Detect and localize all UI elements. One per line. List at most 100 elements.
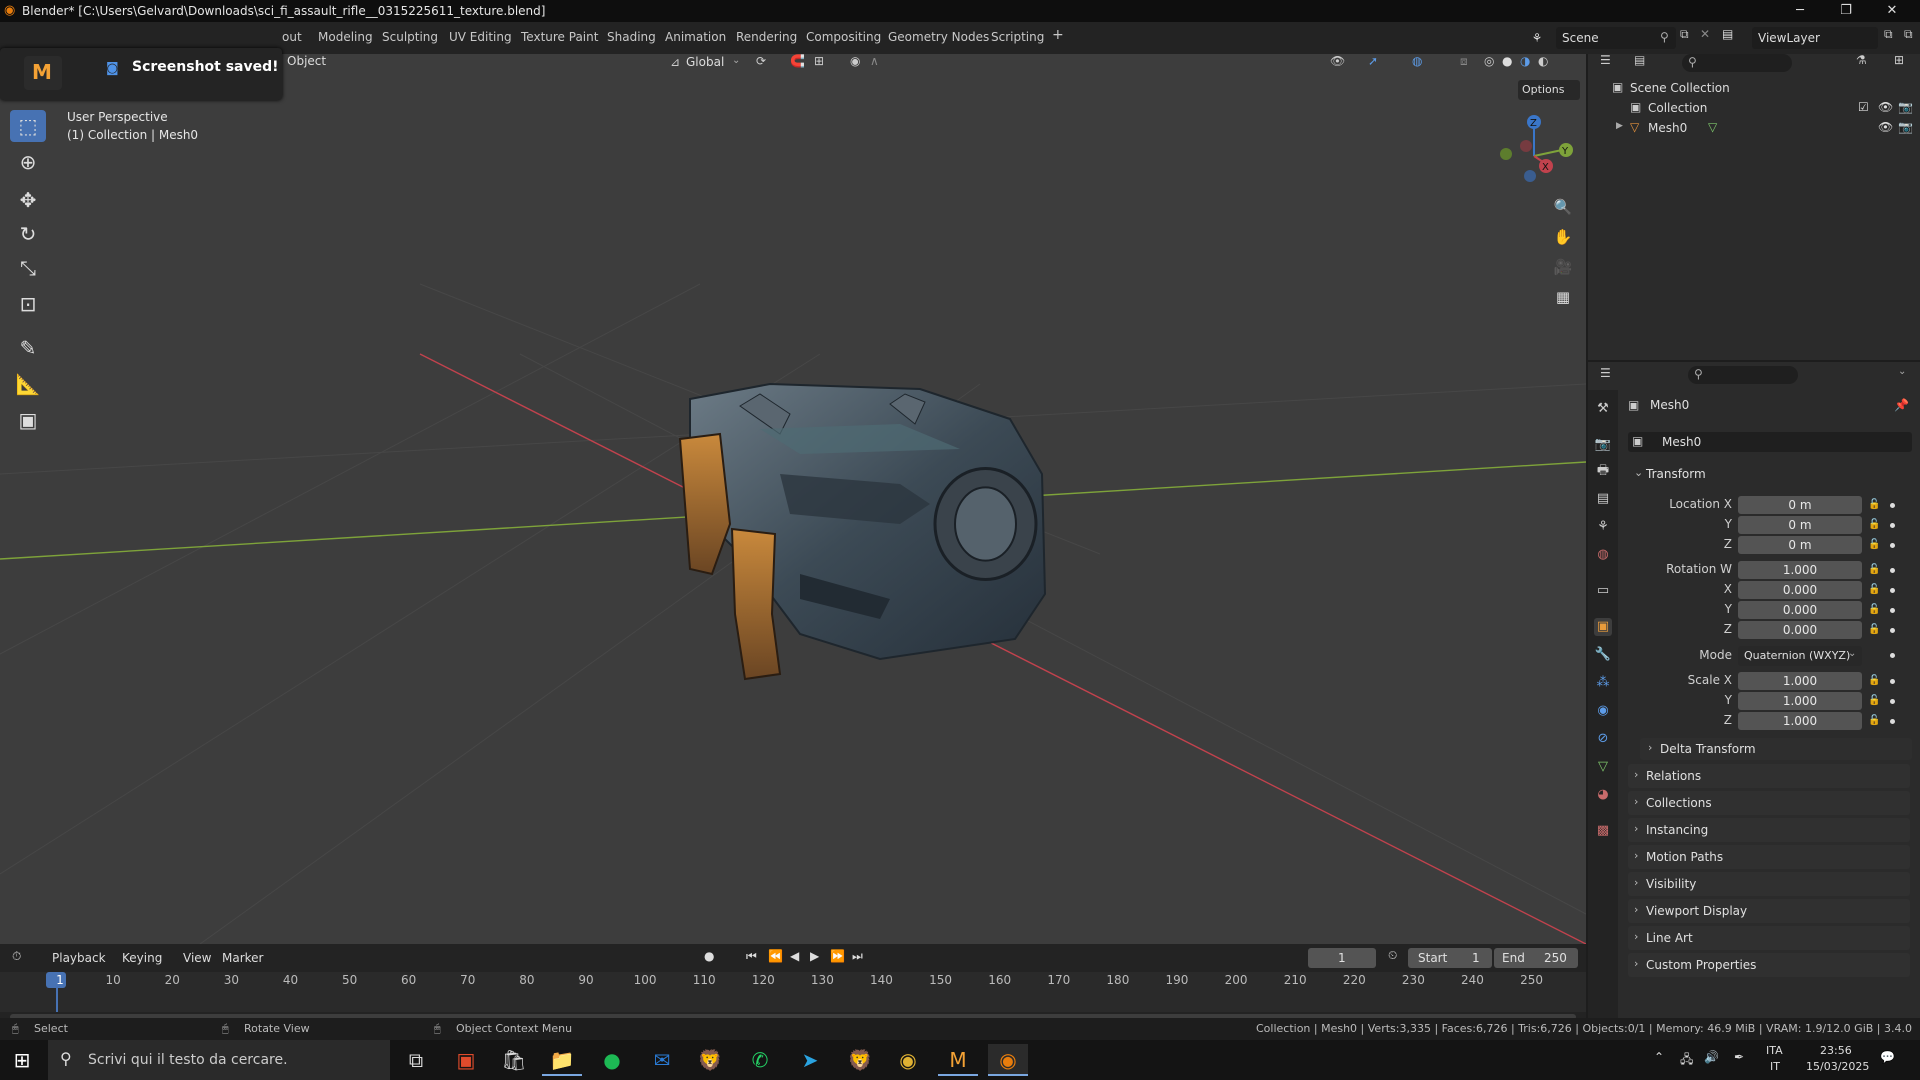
gizmo-toggle-icon[interactable]: ➚	[1368, 54, 1378, 68]
checkbox-icon[interactable]: ☑	[1858, 100, 1869, 114]
pivot-icon[interactable]: ⟳	[756, 54, 766, 68]
overlay-toggle-icon[interactable]: ◍	[1412, 54, 1422, 68]
outliner-row-collection[interactable]: ▣ Collection ☑ 👁 📷	[1588, 98, 1920, 118]
current-frame-field[interactable]: 1	[1308, 948, 1376, 968]
ortho-toggle-button[interactable]: ▦	[1550, 284, 1576, 310]
lock-icon[interactable]: 🔓	[1868, 564, 1880, 576]
new-collection-icon[interactable]: ⊞	[1894, 53, 1904, 67]
panel-line-art[interactable]: › Line Art	[1628, 926, 1910, 950]
rotation-z-field[interactable]: 0.000	[1738, 621, 1862, 639]
keyframe-dot[interactable]	[1890, 543, 1895, 548]
outliner[interactable]: ☰ ▤ ⚲ ⚗ ⊞ ▣ Scene Collection ▣ Collectio…	[1588, 53, 1920, 360]
stopwatch-icon[interactable]: ⏲	[1388, 948, 1397, 963]
play-icon[interactable]: ▶	[810, 949, 819, 963]
render-tab-icon[interactable]: 📷	[1594, 436, 1612, 454]
editor-type-icon[interactable]: ⏱	[12, 949, 21, 964]
properties-search-input[interactable]: ⚲	[1688, 366, 1798, 384]
taskbar-app-outlook[interactable]: ✉	[642, 1044, 682, 1076]
keyframe-dot[interactable]	[1890, 608, 1895, 613]
chevron-up-icon[interactable]: ⌃	[1654, 1050, 1664, 1064]
physics-tab-icon[interactable]: ◉	[1594, 702, 1612, 720]
network-icon[interactable]: 🖧	[1680, 1050, 1693, 1071]
taskbar-app-explorer[interactable]: 📁	[542, 1044, 582, 1076]
view-layer-selector[interactable]: ViewLayer	[1752, 27, 1878, 49]
material-shading-icon[interactable]: ◑	[1520, 54, 1530, 68]
camera-render-icon[interactable]: 📷	[1898, 100, 1913, 114]
collection-tab-icon[interactable]: ▭	[1594, 582, 1612, 600]
lock-icon[interactable]: 🔓	[1868, 675, 1880, 687]
options-button[interactable]: Options	[1518, 80, 1580, 100]
workspace-tab-compositing[interactable]: Compositing	[806, 30, 881, 44]
scale-x-field[interactable]: 1.000	[1738, 672, 1862, 690]
wireframe-shading-icon[interactable]: ◎	[1484, 54, 1494, 68]
pan-button[interactable]: ✋	[1550, 224, 1576, 250]
output-tab-icon[interactable]: 🖶	[1594, 462, 1612, 480]
taskbar-app-meshy[interactable]: M	[938, 1044, 978, 1076]
delete-view-layer-icon[interactable]: ⧉	[1904, 27, 1913, 42]
rotation-y-field[interactable]: 0.000	[1738, 601, 1862, 619]
modifier-tab-icon[interactable]: 🔧	[1594, 646, 1612, 664]
panel-instancing[interactable]: › Instancing	[1628, 818, 1910, 842]
lock-icon[interactable]: 🔓	[1868, 584, 1880, 596]
lock-icon[interactable]: 🔓	[1868, 604, 1880, 616]
taskbar-app-whatsapp[interactable]: ✆	[740, 1044, 780, 1076]
taskbar-app-dts[interactable]: ▣	[446, 1044, 486, 1076]
zoom-button[interactable]: 🔍	[1550, 194, 1576, 220]
scale-y-field[interactable]: 1.000	[1738, 692, 1862, 710]
keying-menu[interactable]: Keying	[122, 951, 162, 965]
workspace-tab-modeling[interactable]: Modeling	[318, 30, 373, 44]
data-tab-icon[interactable]: ▽	[1594, 758, 1612, 776]
editor-type-icon[interactable]: ☰	[1600, 366, 1611, 380]
rotation-mode-dropdown[interactable]: Quaternion (WXYZ) ⌄	[1738, 646, 1862, 666]
next-keyframe-icon[interactable]: ⏩	[830, 949, 845, 963]
prev-keyframe-icon[interactable]: ⏪	[768, 949, 783, 963]
panel-collections[interactable]: › Collections	[1628, 791, 1910, 815]
maximize-button[interactable]: ❐	[1826, 0, 1866, 22]
snap-target-icon[interactable]: ⊞	[814, 54, 824, 68]
expand-arrow-icon[interactable]: ▶	[1616, 121, 1623, 131]
tool-scale[interactable]: ⤡	[10, 252, 46, 284]
tool-add-cube[interactable]: ▣	[10, 404, 46, 436]
solid-shading-icon[interactable]: ●	[1502, 54, 1512, 68]
xray-icon[interactable]: ⧈	[1460, 54, 1468, 69]
taskbar-app-spotify[interactable]: ●	[592, 1044, 632, 1076]
outliner-row-mesh0[interactable]: ▶ ▽ Mesh0 ▽ 👁 📷	[1588, 118, 1920, 138]
add-workspace-button[interactable]: +	[1052, 27, 1064, 43]
taskbar-app-store[interactable]: 🛍	[494, 1044, 534, 1076]
location-x-field[interactable]: 0 m	[1738, 496, 1862, 514]
display-mode-icon[interactable]: ▤	[1634, 53, 1645, 67]
transform-panel-header[interactable]: ⌄ Transform	[1628, 462, 1912, 486]
tool-measure[interactable]: 📐	[10, 368, 46, 400]
rotation-w-field[interactable]: 1.000	[1738, 561, 1862, 579]
volume-icon[interactable]: 🔊	[1704, 1050, 1719, 1064]
3d-viewport[interactable]: ⬚ ⊕ ✥ ↻ ⤡ ⊡ ✎ 📐 ▣ User Perspective (1) C…	[0, 54, 1586, 944]
proportional-edit-icon[interactable]: ◉	[850, 54, 860, 68]
location-y-field[interactable]: 0 m	[1738, 516, 1862, 534]
delete-scene-icon[interactable]: ✕	[1700, 27, 1710, 41]
panel-relations[interactable]: › Relations	[1628, 764, 1910, 788]
workspace-tab-rendering[interactable]: Rendering	[736, 30, 797, 44]
workspace-tab-shading[interactable]: Shading	[607, 30, 656, 44]
tool-select-box[interactable]: ⬚	[10, 110, 46, 142]
pen-icon[interactable]: ✒	[1734, 1050, 1744, 1064]
jump-start-icon[interactable]: ⏮	[746, 949, 757, 964]
keyframe-dot[interactable]	[1890, 568, 1895, 573]
world-tab-icon[interactable]: ◍	[1594, 546, 1612, 564]
workspace-tab-sculpting[interactable]: Sculpting	[382, 30, 438, 44]
taskbar-app-brave[interactable]: 🦁	[690, 1044, 730, 1076]
keyframe-dot[interactable]	[1890, 588, 1895, 593]
lock-icon[interactable]: 🔓	[1868, 715, 1880, 727]
keyframe-dot[interactable]	[1890, 503, 1895, 508]
taskbar-app-brave-2[interactable]: 🦁	[840, 1044, 880, 1076]
tool-rotate[interactable]: ↻	[10, 218, 46, 250]
keyframe-dot[interactable]	[1890, 719, 1895, 724]
location-z-field[interactable]: 0 m	[1738, 536, 1862, 554]
tool-annotate[interactable]: ✎	[10, 332, 46, 364]
scene-browse-icon[interactable]: ⚘	[1524, 27, 1550, 49]
start-frame-field[interactable]: Start 1	[1408, 948, 1492, 968]
end-frame-field[interactable]: End 250	[1494, 948, 1578, 968]
taskbar-search-input[interactable]: ⚲ Scrivi qui il testo da cercare.	[48, 1040, 390, 1080]
tool-move[interactable]: ✥	[10, 184, 46, 216]
workspace-tab-layout[interactable]: out	[282, 30, 302, 44]
minimize-button[interactable]: ─	[1780, 0, 1820, 22]
